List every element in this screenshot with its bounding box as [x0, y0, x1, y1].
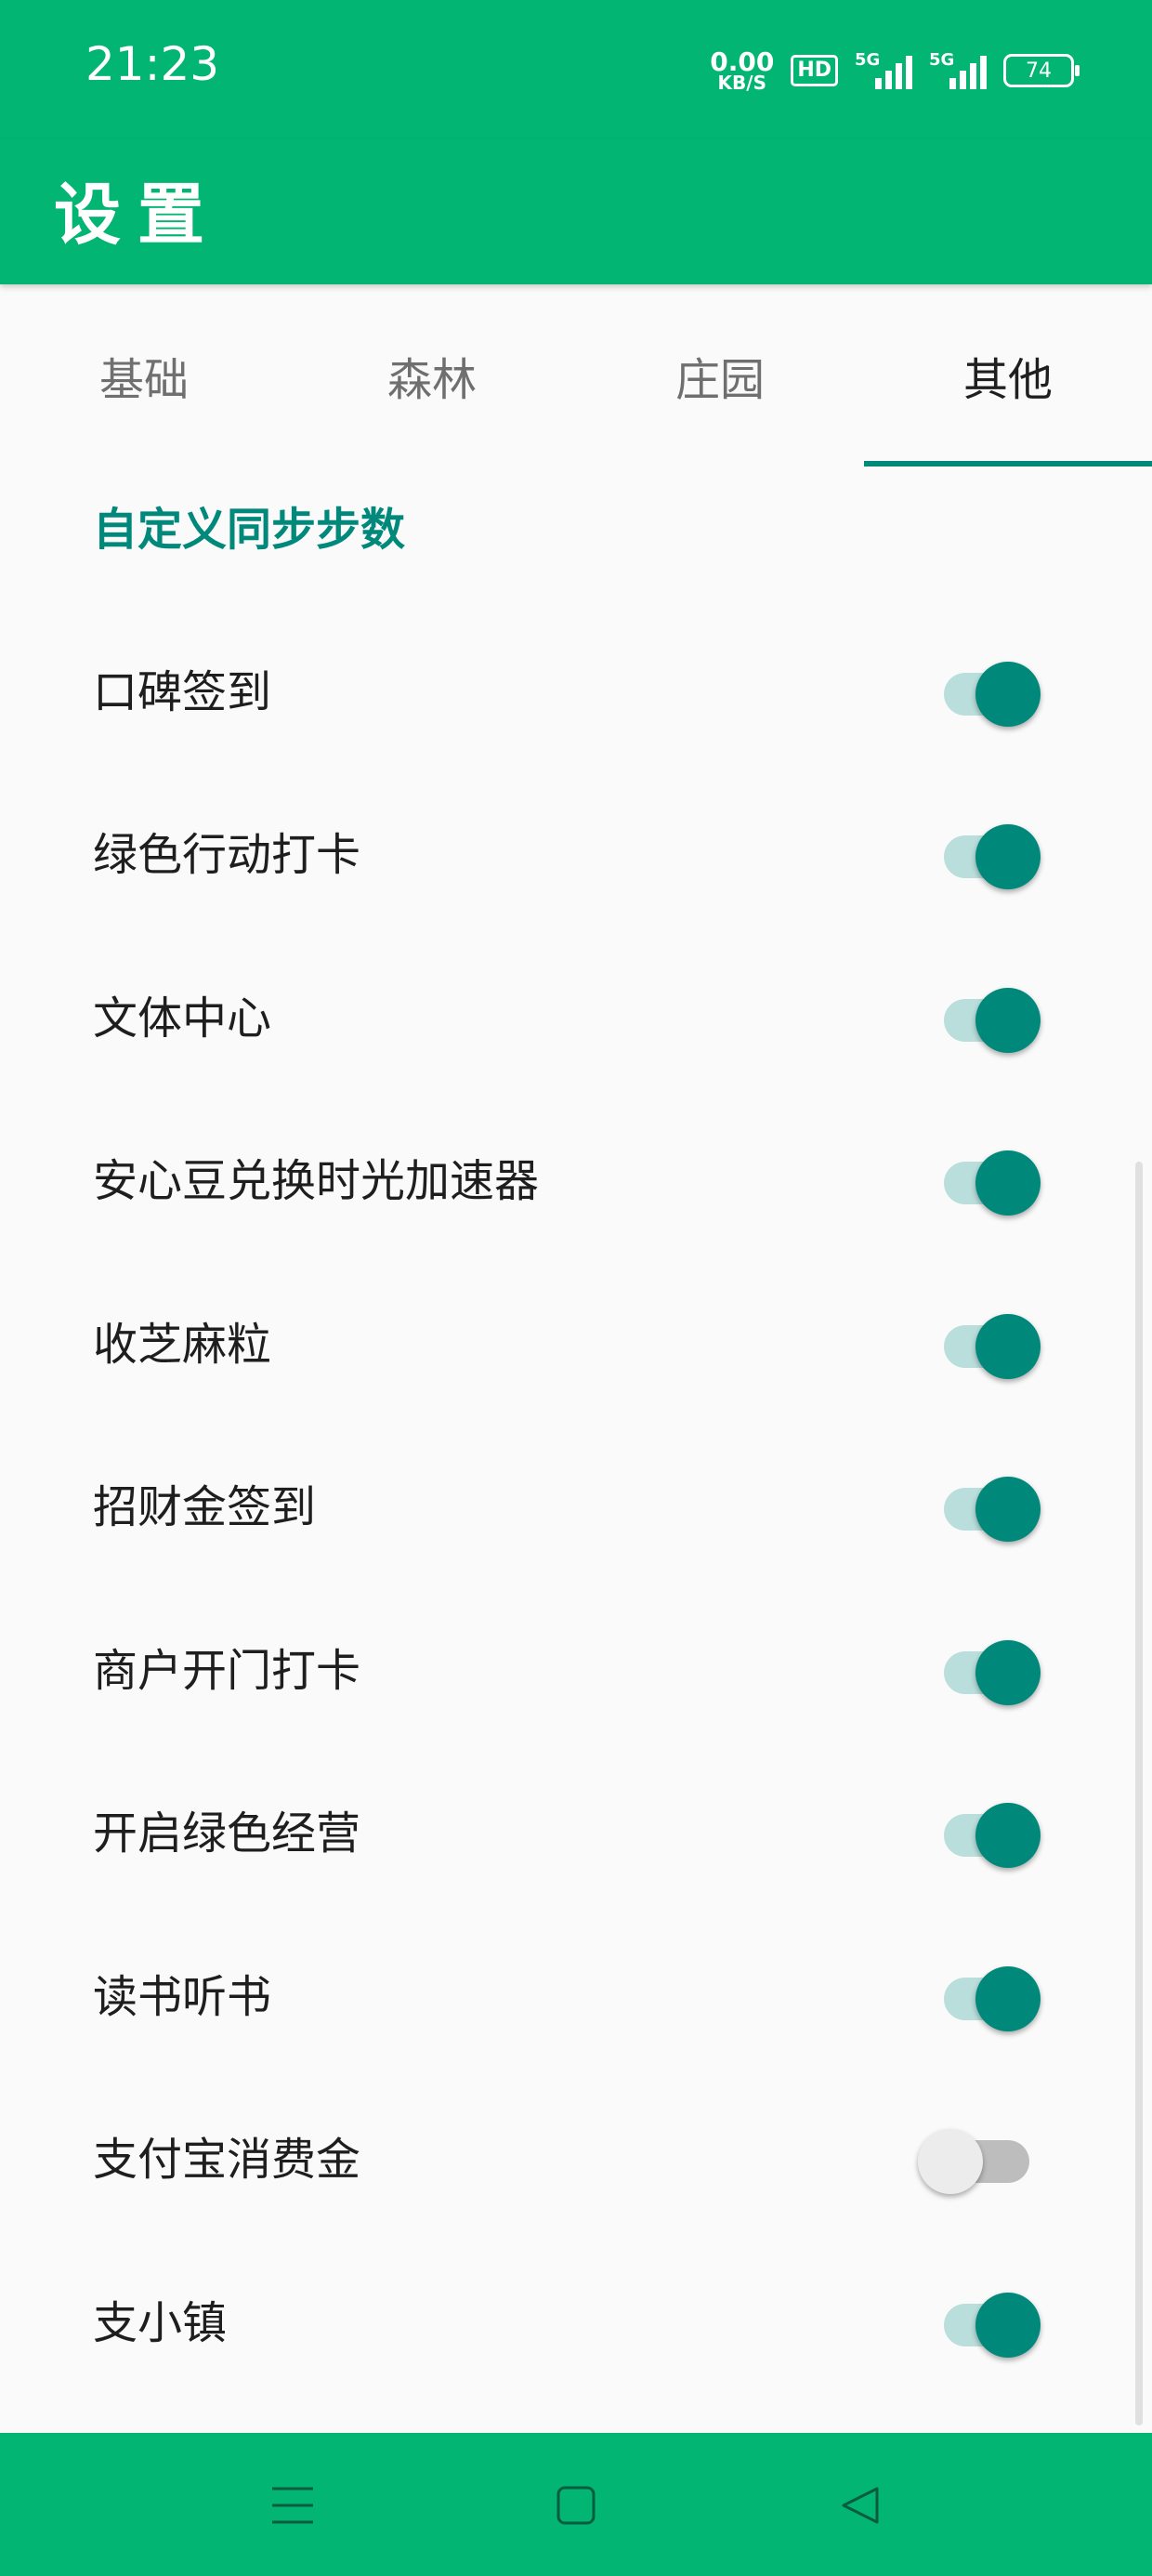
scrollbar[interactable] — [1135, 1162, 1143, 2425]
setting-label: 商户开门打卡 — [93, 1644, 361, 1697]
toggle-switch[interactable] — [933, 1792, 1048, 1869]
status-time: 21:23 — [85, 37, 220, 91]
toggle-switch[interactable] — [933, 651, 1048, 727]
back-triangle-icon[interactable] — [823, 2468, 897, 2543]
battery-level: 74 — [1026, 59, 1052, 83]
page-title: 设置 — [54, 176, 222, 254]
setting-row-koubei-checkin[interactable]: 口碑签到 — [0, 606, 1152, 769]
status-bar: 21:23 0.00 KB/S HD 5G 5G 74 — [0, 0, 1152, 139]
setting-label: 绿色行动打卡 — [93, 829, 361, 882]
toggle-switch[interactable] — [933, 1629, 1048, 1705]
tab-farm[interactable]: 庄园 — [576, 284, 864, 467]
network-speed-value: 0.00 — [710, 46, 775, 78]
toggle-switch[interactable] — [933, 1139, 1048, 1216]
network-type-label: 5G — [855, 50, 881, 70]
setting-row-alipay-consumer-gold[interactable]: 支付宝消费金 — [0, 2074, 1152, 2238]
tab-forest[interactable]: 森林 — [288, 284, 576, 467]
network-speed-unit: KB/S — [717, 71, 766, 94]
setting-label: 收芝麻粒 — [93, 1318, 272, 1371]
setting-row-sports-center[interactable]: 文体中心 — [0, 932, 1152, 1096]
system-nav-bar — [0, 2433, 1152, 2576]
toggle-switch[interactable] — [933, 1303, 1048, 1379]
network-speed: 0.00 KB/S — [710, 46, 775, 94]
setting-label: 口碑签到 — [93, 665, 272, 718]
home-square-icon[interactable] — [539, 2468, 613, 2543]
battery-icon: 74 — [1003, 54, 1080, 87]
custom-sync-steps-item[interactable]: 自定义同步步数 — [93, 493, 405, 558]
setting-row-collect-sesame[interactable]: 收芝麻粒 — [0, 1258, 1152, 1422]
toggle-switch[interactable] — [918, 2118, 1048, 2195]
toggle-switch[interactable] — [933, 813, 1048, 890]
toggle-switch[interactable] — [933, 1465, 1048, 1543]
setting-row-anxin-bean-accelerator[interactable]: 安心豆兑换时光加速器 — [0, 1096, 1152, 1259]
tab-label: 森林 — [386, 354, 477, 406]
network-type-label: 5G — [929, 50, 955, 70]
setting-row-green-action-checkin[interactable]: 绿色行动打卡 — [0, 769, 1152, 933]
signal-icon: 5G — [855, 50, 912, 89]
toggle-switch[interactable] — [933, 2281, 1048, 2358]
tab-active-indicator — [864, 461, 1152, 467]
signal-icon: 5G — [929, 50, 987, 89]
setting-row-alipay-town[interactable]: 支小镇 — [0, 2237, 1152, 2400]
setting-row-fortune-gold-checkin[interactable]: 招财金签到 — [0, 1422, 1152, 1585]
setting-row-green-business[interactable]: 开启绿色经营 — [0, 1748, 1152, 1912]
tab-label: 基础 — [98, 354, 189, 406]
menu-icon[interactable] — [255, 2468, 330, 2543]
setting-label: 文体中心 — [93, 992, 272, 1045]
setting-label: 招财金签到 — [93, 1481, 317, 1534]
tab-basic[interactable]: 基础 — [0, 284, 288, 467]
status-icons: 0.00 KB/S HD 5G 5G 74 — [710, 45, 1080, 97]
hd-voice-icon: HD — [791, 55, 838, 86]
toggle-switch[interactable] — [933, 1955, 1048, 2031]
tab-label: 庄园 — [674, 354, 765, 406]
setting-label: 读书听书 — [93, 1970, 272, 2023]
toggle-switch[interactable] — [933, 977, 1048, 1053]
setting-label: 支付宝消费金 — [93, 2134, 361, 2187]
setting-label: 开启绿色经营 — [93, 1807, 361, 1860]
setting-label: 安心豆兑换时光加速器 — [93, 1155, 540, 1208]
setting-row-merchant-open-checkin[interactable]: 商户开门打卡 — [0, 1584, 1152, 1748]
tab-other[interactable]: 其他 — [864, 284, 1152, 467]
app-bar: 设置 — [0, 139, 1152, 284]
setting-label: 支小镇 — [93, 2296, 228, 2349]
tab-label: 其他 — [962, 354, 1053, 406]
tab-bar: 基础 森林 庄园 其他 — [0, 284, 1152, 467]
settings-list: 口碑签到 绿色行动打卡 文体中心 安心豆兑换时光加速器 收芝麻粒 招财金签到 商… — [0, 606, 1152, 2400]
setting-row-read-listen-books[interactable]: 读书听书 — [0, 1911, 1152, 2074]
